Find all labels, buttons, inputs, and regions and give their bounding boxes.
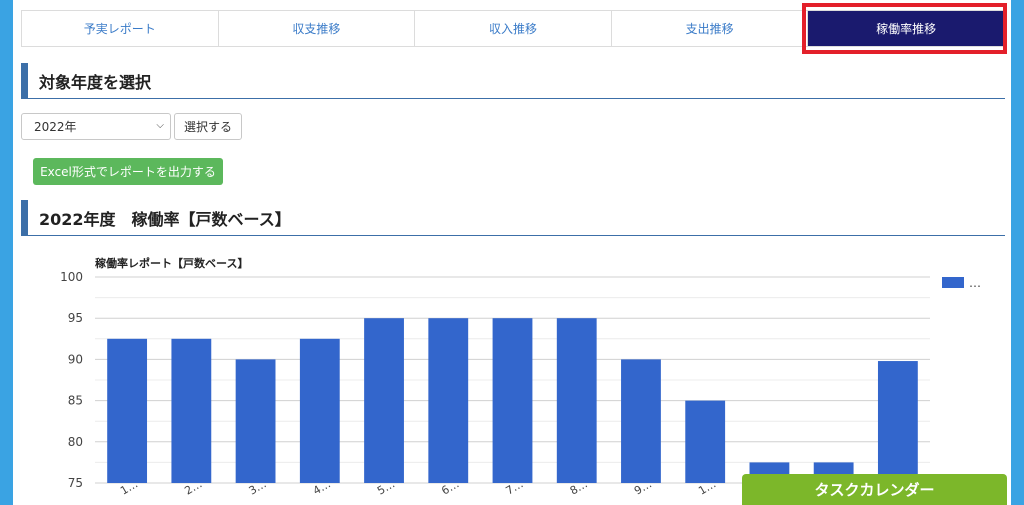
y-tick-label: 75 bbox=[68, 476, 83, 490]
legend-label: … bbox=[969, 276, 981, 290]
bar bbox=[171, 338, 212, 483]
chart-title: 稼働率レポート【戸数ベース】 bbox=[95, 256, 248, 270]
bar bbox=[364, 318, 404, 483]
bar bbox=[235, 359, 276, 483]
y-tick-label: 85 bbox=[68, 394, 83, 408]
task-calendar-button[interactable]: タスクカレンダー bbox=[742, 474, 1007, 505]
tab-balance-trend[interactable]: 収支推移 bbox=[218, 11, 416, 46]
bar bbox=[621, 359, 661, 483]
active-tab-highlight bbox=[802, 3, 1007, 54]
y-tick-label: 90 bbox=[68, 352, 83, 366]
y-tick-label: 80 bbox=[68, 435, 83, 449]
chevron-down-icon: ⌵ bbox=[156, 120, 164, 131]
y-tick-label: 95 bbox=[68, 311, 83, 325]
bar bbox=[299, 338, 340, 483]
year-section-heading: 対象年度を選択 bbox=[21, 63, 1005, 99]
excel-export-button[interactable]: Excel形式でレポートを出力する bbox=[33, 158, 223, 185]
select-button[interactable]: 選択する bbox=[174, 113, 242, 140]
bar bbox=[428, 318, 469, 483]
bar bbox=[492, 318, 533, 483]
bar bbox=[877, 361, 918, 483]
report-section-heading: 2022年度 稼働率【戸数ベース】 bbox=[21, 200, 1005, 236]
year-select-value: 2022年 bbox=[34, 120, 77, 134]
occupancy-bar-chart: 稼働率レポート【戸数ベース】75808590951001… 2… 3… 4… 5… 6… 7… bbox=[60, 256, 981, 498]
year-select[interactable]: 2022年 ⌵ bbox=[21, 113, 171, 140]
tab-budget-report[interactable]: 予実レポート bbox=[22, 11, 219, 46]
bar bbox=[556, 318, 597, 483]
main-panel: 予実レポート 収支推移 収入推移 支出推移 稼働率推移 対象年度を選択 2022… bbox=[13, 0, 1011, 505]
legend-swatch bbox=[942, 277, 964, 288]
tab-expense-trend[interactable]: 支出推移 bbox=[611, 11, 809, 46]
bar bbox=[107, 338, 148, 483]
bar bbox=[685, 400, 726, 483]
tab-income-trend[interactable]: 収入推移 bbox=[415, 11, 612, 46]
y-tick-label: 100 bbox=[60, 270, 83, 284]
